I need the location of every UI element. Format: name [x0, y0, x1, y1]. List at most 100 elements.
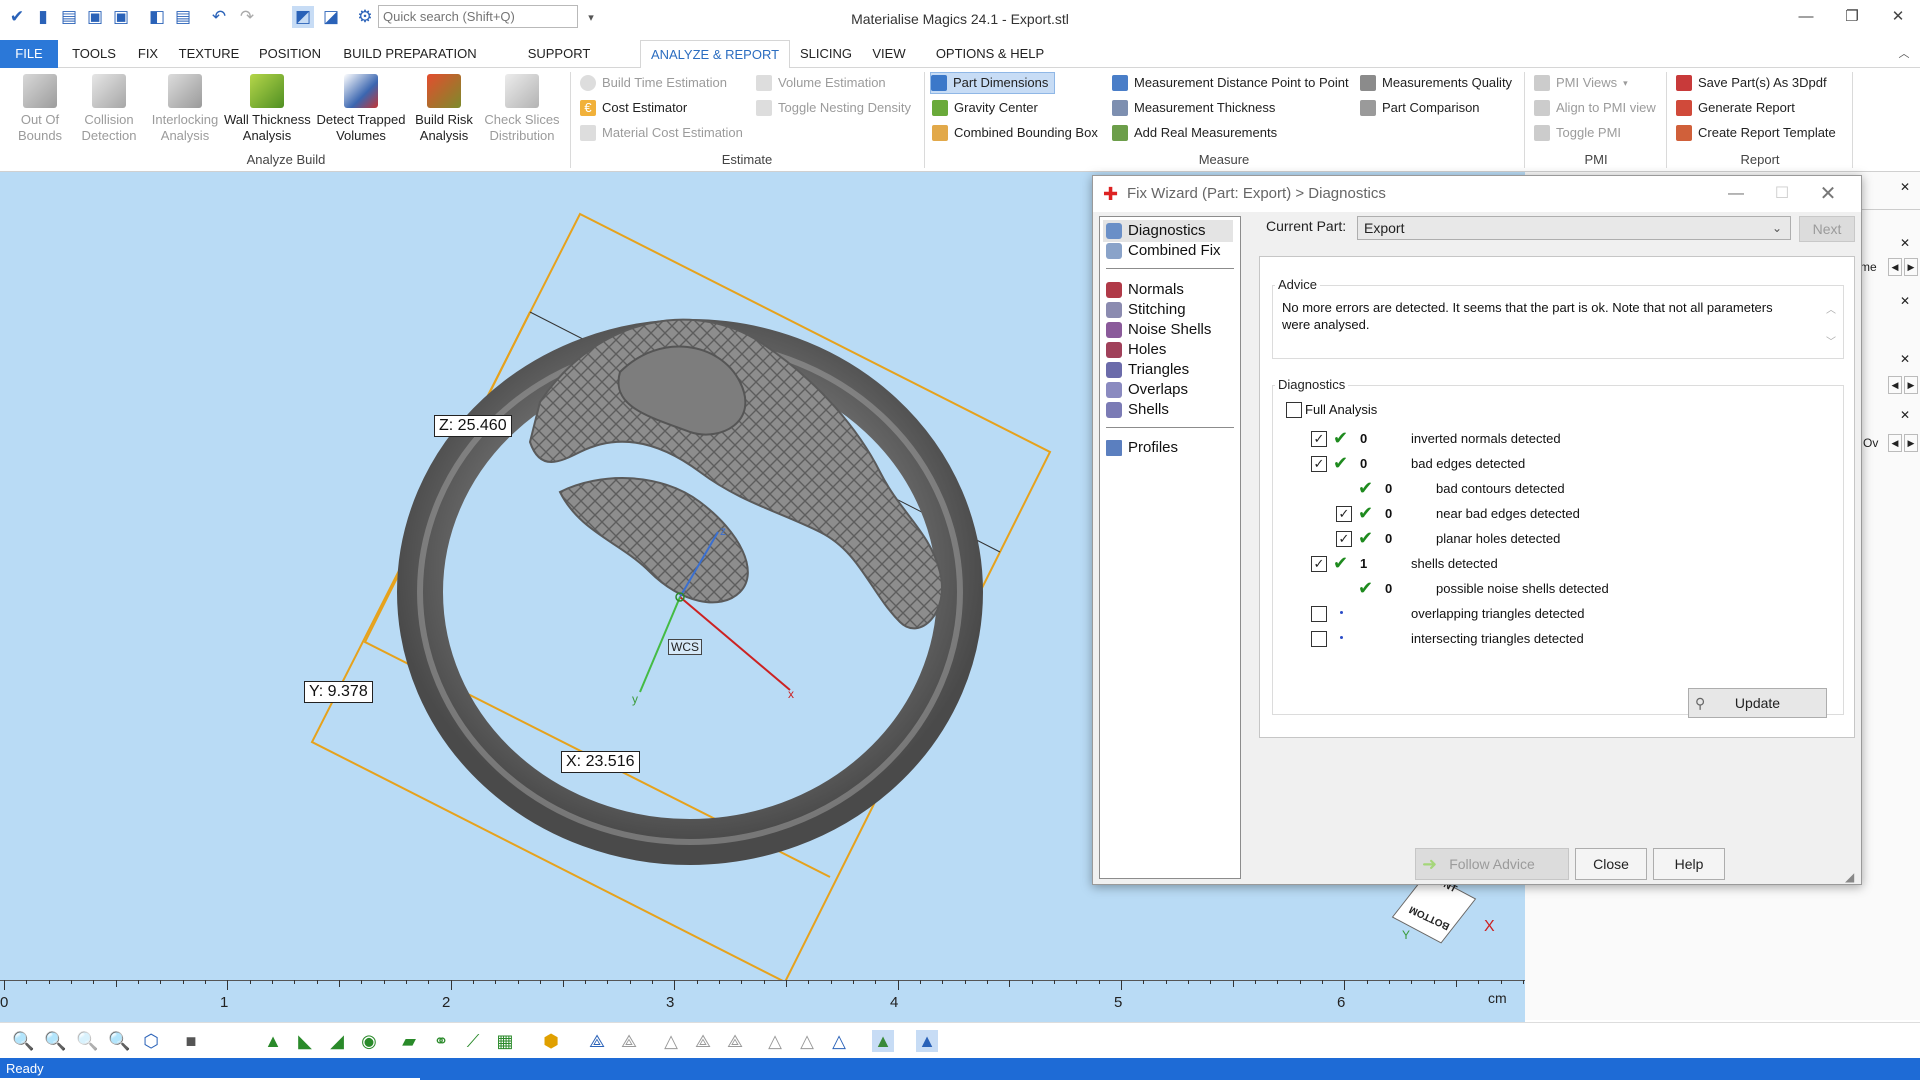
tab-texture[interactable]: TEXTURE — [176, 40, 242, 68]
nav-item-triangles[interactable]: Triangles — [1106, 359, 1189, 381]
interlocking-analysis-button[interactable]: Interlocking Analysis — [146, 74, 224, 144]
zoom-all-icon[interactable]: 🔍 — [44, 1030, 66, 1052]
panel-close-icon[interactable]: ✕ — [1900, 352, 1910, 366]
follow-advice-button[interactable]: ➜ Follow Advice — [1415, 848, 1569, 880]
pmi-views-button[interactable]: PMI Views ▾ — [1534, 72, 1628, 94]
customize-toolbar-icon[interactable]: ▾ — [580, 6, 602, 28]
tab-fix[interactable]: FIX — [128, 40, 168, 68]
view-cube-icon[interactable]: ⬡ — [140, 1030, 162, 1052]
tab-build-preparation[interactable]: BUILD PREPARATION — [336, 40, 484, 68]
save-as-icon[interactable]: ▣ — [110, 6, 132, 28]
part-color-icon[interactable]: ⬢ — [540, 1030, 562, 1052]
dialog-close-x-button[interactable]: ✕ — [1805, 176, 1851, 212]
next-button[interactable]: Next — [1799, 216, 1855, 242]
row-checkbox[interactable] — [1311, 631, 1327, 647]
tab-support-generation[interactable]: SUPPORT GENERATION — [486, 40, 632, 89]
color-triangle-icon[interactable]: ▲ — [872, 1030, 894, 1052]
build-time-estimation-button[interactable]: Build Time Estimation — [580, 72, 727, 94]
nav-item-holes[interactable]: Holes — [1106, 339, 1166, 361]
current-part-select[interactable]: Export ⌄ — [1357, 216, 1791, 240]
row-checkbox[interactable]: ✓ — [1336, 531, 1352, 547]
dialog-minimize-button[interactable]: — — [1713, 176, 1759, 212]
measurement-thickness-button[interactable]: Measurement Thickness — [1112, 97, 1275, 119]
align-to-pmi-view-button[interactable]: Align to PMI view — [1534, 97, 1656, 119]
triangle-edge-icon[interactable]: △ — [764, 1030, 786, 1052]
nav-item-profiles[interactable]: Profiles — [1106, 437, 1178, 459]
row-checkbox[interactable]: ✓ — [1336, 506, 1352, 522]
deselect-part-icon[interactable]: ◪ — [320, 6, 342, 28]
save-part-icon[interactable]: ▤ — [172, 6, 194, 28]
tab-position[interactable]: POSITION — [252, 40, 328, 68]
select-part-icon[interactable]: ◩ — [292, 6, 314, 28]
row-checkbox[interactable]: ✓ — [1311, 456, 1327, 472]
panel-close-icon[interactable]: ✕ — [1900, 180, 1910, 194]
scroll-left-icon[interactable]: ◀ — [1888, 258, 1902, 276]
nav-item-diagnostics[interactable]: Diagnostics — [1103, 220, 1233, 242]
row-checkbox[interactable]: ✓ — [1311, 556, 1327, 572]
scroll-left-icon[interactable]: ◀ — [1888, 376, 1902, 394]
measurements-quality-button[interactable]: Measurements Quality — [1360, 72, 1512, 94]
help-button[interactable]: Help — [1653, 848, 1725, 880]
quick-search-input[interactable] — [378, 5, 578, 28]
scroll-right-icon[interactable]: ▶ — [1904, 258, 1918, 276]
select-triangle-icon[interactable]: ▲ — [262, 1030, 284, 1052]
full-analysis-checkbox[interactable] — [1286, 402, 1302, 418]
settings-gear-icon[interactable]: ⚙ — [354, 6, 376, 28]
row-checkbox[interactable]: ✓ — [1311, 431, 1327, 447]
scroll-right-icon[interactable]: ▶ — [1904, 434, 1918, 452]
gravity-center-button[interactable]: Gravity Center — [932, 97, 1038, 119]
tab-options-help[interactable]: OPTIONS & HELP — [928, 40, 1052, 68]
zoom-selected-icon[interactable]: 🔍 — [108, 1030, 130, 1052]
collapse-ribbon-icon[interactable]: ︿ — [1890, 40, 1918, 68]
select-map-icon[interactable]: ▦ — [494, 1030, 516, 1052]
row-checkbox[interactable] — [1311, 606, 1327, 622]
select-surface-icon[interactable]: ◣ — [294, 1030, 316, 1052]
nav-item-shells[interactable]: Shells — [1106, 399, 1169, 421]
tab-slicing[interactable]: SLICING — [796, 40, 856, 68]
scroll-left-icon[interactable]: ◀ — [1888, 434, 1902, 452]
select-part-marking-icon[interactable]: ◉ — [358, 1030, 380, 1052]
nav-item-normals[interactable]: Normals — [1106, 279, 1184, 301]
restore-button[interactable]: ❐ — [1832, 4, 1872, 30]
flip-triangle-icon[interactable]: △ — [660, 1030, 682, 1052]
select-shell-icon[interactable]: ◢ — [326, 1030, 348, 1052]
cost-estimator-button[interactable]: € Cost Estimator — [580, 97, 687, 119]
nav-item-overlaps[interactable]: Overlaps — [1106, 379, 1188, 401]
update-button[interactable]: ⚲ Update — [1688, 688, 1827, 718]
add-real-measurements-button[interactable]: Add Real Measurements — [1112, 122, 1277, 144]
select-connected-icon[interactable]: ⚭ — [430, 1030, 452, 1052]
scroll-up-icon[interactable]: ︿ — [1826, 301, 1836, 316]
close-window-button[interactable]: ✕ — [1878, 4, 1918, 30]
import-part-icon[interactable]: ◧ — [146, 6, 168, 28]
tab-analyze-report[interactable]: ANALYZE & REPORT — [640, 40, 790, 69]
check-slices-distribution-button[interactable]: Check Slices Distribution — [480, 74, 564, 144]
triangle-grid-icon[interactable]: ⟁ — [724, 1030, 746, 1052]
measurement-distance-button[interactable]: Measurement Distance Point to Point — [1112, 72, 1349, 94]
nav-item-stitching[interactable]: Stitching — [1106, 299, 1186, 321]
panel-close-icon[interactable]: ✕ — [1900, 236, 1910, 250]
detect-trapped-volumes-button[interactable]: Detect Trapped Volumes — [314, 74, 408, 144]
measure-angle-icon[interactable]: ⟁ — [586, 1030, 608, 1052]
out-of-bounds-button[interactable]: Out Of Bounds — [8, 74, 72, 144]
undo-icon[interactable]: ↶ — [208, 6, 230, 28]
triangle-filled-icon[interactable]: △ — [828, 1030, 850, 1052]
triangle-mesh-icon[interactable]: ⟁ — [692, 1030, 714, 1052]
build-risk-analysis-button[interactable]: Build Risk Analysis — [410, 74, 478, 144]
dialog-maximize-button[interactable]: ☐ — [1759, 176, 1805, 212]
open-file-icon[interactable]: ▤ — [58, 6, 80, 28]
create-report-template-button[interactable]: Create Report Template — [1676, 122, 1836, 144]
tab-file[interactable]: FILE — [0, 40, 58, 68]
rainbow-triangle-icon[interactable]: ▲ — [916, 1030, 938, 1052]
tab-view[interactable]: VIEW — [864, 40, 914, 68]
zoom-window-icon[interactable]: 🔍 — [76, 1030, 98, 1052]
nav-item-noise-shells[interactable]: Noise Shells — [1106, 319, 1211, 341]
volume-estimation-button[interactable]: Volume Estimation — [756, 72, 886, 94]
zoom-icon[interactable]: 🔍 — [12, 1030, 34, 1052]
resize-grip-icon[interactable]: ◢ — [1845, 870, 1854, 884]
new-file-icon[interactable]: ▮ — [32, 6, 54, 28]
close-button[interactable]: Close — [1575, 848, 1647, 880]
panel-close-icon[interactable]: ✕ — [1900, 294, 1910, 308]
select-brush-icon[interactable]: ⟋ — [462, 1030, 484, 1052]
scroll-right-icon[interactable]: ▶ — [1904, 376, 1918, 394]
nav-item-combined-fix[interactable]: Combined Fix — [1106, 240, 1221, 262]
